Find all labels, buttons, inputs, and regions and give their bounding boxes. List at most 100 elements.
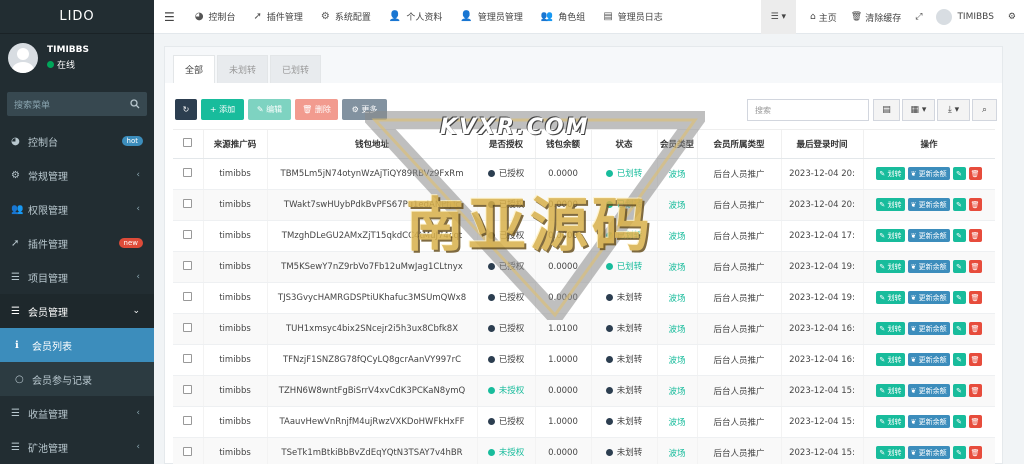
update-balance-button[interactable]: ❦ 更新余额 xyxy=(907,260,950,273)
nav-admin-management[interactable]: 👤 管理员管理 xyxy=(460,10,522,23)
delete-row-button[interactable]: 🗑 xyxy=(968,260,982,273)
hamburger-menu-icon[interactable]: ☰ xyxy=(164,10,175,24)
sidebar-item-permissions[interactable]: 👥 权限管理 ‹ xyxy=(0,192,154,226)
tab-transferred[interactable]: 已划转 xyxy=(270,55,322,83)
table-row[interactable]: timibbs TM5KSewY7nZ9rbVo7Fb12uMwJag1CLtny… xyxy=(173,251,995,283)
column-header[interactable]: 状态 xyxy=(591,130,658,159)
row-checkbox[interactable] xyxy=(173,406,204,438)
nav-dashboard[interactable]: ◕ 控制台 xyxy=(195,10,236,23)
sidebar-item-projects[interactable]: ☰ 项目管理 ‹ xyxy=(0,260,154,294)
transfer-button[interactable]: ✎ 划转 xyxy=(876,384,905,397)
delete-row-button[interactable]: 🗑 xyxy=(968,198,982,211)
update-balance-button[interactable]: ❦ 更新余额 xyxy=(907,198,950,211)
fullscreen-icon[interactable]: ⤢ xyxy=(915,12,922,22)
row-checkbox[interactable] xyxy=(173,189,204,221)
tab-all[interactable]: 全部 xyxy=(173,55,216,83)
menu-search-input[interactable]: 搜索菜单 xyxy=(7,92,147,116)
delete-row-button[interactable]: 🗑 xyxy=(968,415,982,428)
advanced-search-button[interactable]: ⌕ xyxy=(972,99,997,121)
row-checkbox[interactable] xyxy=(173,220,204,252)
edit-row-button[interactable]: ✎ xyxy=(952,198,966,211)
transfer-button[interactable]: ✎ 划转 xyxy=(876,198,905,211)
clear-cache-button[interactable]: 🗑 清除缓存 xyxy=(851,11,901,24)
column-header[interactable]: 钱包地址 xyxy=(267,130,478,159)
nav-system-config[interactable]: ⚙ 系统配置 xyxy=(321,10,371,23)
edit-row-button[interactable]: ✎ xyxy=(952,415,966,428)
add-button[interactable]: + 添加 xyxy=(201,99,244,120)
delete-row-button[interactable]: 🗑 xyxy=(968,291,982,304)
edit-button[interactable]: ✎ 编辑 xyxy=(248,99,291,120)
transfer-button[interactable]: ✎ 划转 xyxy=(876,229,905,242)
update-balance-button[interactable]: ❦ 更新余额 xyxy=(907,446,950,459)
edit-row-button[interactable]: ✎ xyxy=(952,291,966,304)
settings-icon[interactable]: ⚙ xyxy=(1008,12,1016,22)
column-header[interactable]: 最后登录时间 xyxy=(781,130,864,159)
table-row[interactable]: timibbs TFNzjF1SNZ8G78fQCyLQ8gcrAanVY997r… xyxy=(173,344,995,376)
delete-row-button[interactable]: 🗑 xyxy=(968,322,982,335)
delete-row-button[interactable]: 🗑 xyxy=(968,384,982,397)
sidebar-item-member-list[interactable]: ℹ 会员列表 xyxy=(0,328,154,362)
update-balance-button[interactable]: ❦ 更新余额 xyxy=(907,167,950,180)
select-all-checkbox[interactable] xyxy=(173,130,204,159)
row-checkbox[interactable] xyxy=(173,313,204,345)
row-checkbox[interactable] xyxy=(173,158,204,190)
transfer-button[interactable]: ✎ 划转 xyxy=(876,353,905,366)
sidebar-item-mining-pool[interactable]: ☰ 矿池管理 ‹ xyxy=(0,430,154,464)
delete-row-button[interactable]: 🗑 xyxy=(968,167,982,180)
table-search-input[interactable]: 搜索 xyxy=(747,99,869,121)
menu-toggle-dropdown[interactable]: ☰ ▾ xyxy=(760,0,797,34)
table-row[interactable]: timibbs TMzghDLeGU2AMxZjT15qkdCC4tMuJ74cq… xyxy=(173,220,995,252)
transfer-button[interactable]: ✎ 划转 xyxy=(876,446,905,459)
sidebar-item-member-records[interactable]: ○ 会员参与记录 xyxy=(0,362,154,396)
export-dropdown[interactable]: ⤓ ▾ xyxy=(937,99,970,121)
nav-plugins[interactable]: ➚ 插件管理 xyxy=(254,10,303,23)
nav-role-group[interactable]: 👥 角色组 xyxy=(541,10,585,23)
transfer-button[interactable]: ✎ 划转 xyxy=(876,260,905,273)
refresh-button[interactable]: ↻ xyxy=(175,99,197,120)
transfer-button[interactable]: ✎ 划转 xyxy=(876,415,905,428)
column-header[interactable]: 钱包余额 xyxy=(535,130,592,159)
table-row[interactable]: timibbs TWakt7swHUybPdkBvPFS67Pu1edANPfjT… xyxy=(173,189,995,221)
nav-profile[interactable]: 👤 个人资料 xyxy=(389,10,442,23)
app-logo[interactable]: LIDO xyxy=(0,0,154,34)
columns-dropdown[interactable]: ▦ ▾ xyxy=(902,99,935,121)
delete-button[interactable]: 🗑 删除 xyxy=(295,99,338,120)
sidebar-item-general[interactable]: ⚙ 常规管理 ‹ xyxy=(0,158,154,192)
edit-row-button[interactable]: ✎ xyxy=(952,353,966,366)
nav-home[interactable]: ⌂ 主页 xyxy=(810,11,837,24)
sidebar-item-plugins[interactable]: ➚ 插件管理 new xyxy=(0,226,154,260)
sidebar-item-earnings[interactable]: ☰ 收益管理 ‹ xyxy=(0,396,154,430)
row-checkbox[interactable] xyxy=(173,437,204,464)
sidebar-item-members[interactable]: ☰ 会员管理 ⌄ xyxy=(0,294,154,328)
search-icon[interactable] xyxy=(130,99,140,109)
edit-row-button[interactable]: ✎ xyxy=(952,384,966,397)
more-button[interactable]: ⚙ 更多 xyxy=(342,99,387,120)
update-balance-button[interactable]: ❦ 更新余额 xyxy=(907,353,950,366)
toggle-view-button[interactable]: ▤ xyxy=(873,99,900,121)
table-row[interactable]: timibbs TBM5Lm5jN74otynWzAjTiQY89RBVz9FxR… xyxy=(173,158,995,190)
nav-admin-log[interactable]: ▤ 管理员日志 xyxy=(603,10,662,23)
delete-row-button[interactable]: 🗑 xyxy=(968,446,982,459)
row-checkbox[interactable] xyxy=(173,375,204,407)
update-balance-button[interactable]: ❦ 更新余额 xyxy=(907,229,950,242)
column-header[interactable]: 是否授权 xyxy=(477,130,536,159)
edit-row-button[interactable]: ✎ xyxy=(952,167,966,180)
tab-not-transferred[interactable]: 未划转 xyxy=(217,55,269,83)
row-checkbox[interactable] xyxy=(173,251,204,283)
edit-row-button[interactable]: ✎ xyxy=(952,322,966,335)
table-row[interactable]: timibbs TJS3GvycHAMRGDSPtiUKhafuc3MSUmQWx… xyxy=(173,282,995,314)
update-balance-button[interactable]: ❦ 更新余额 xyxy=(907,415,950,428)
column-header[interactable]: 会员类型 xyxy=(657,130,698,159)
user-menu[interactable]: TIMIBBS xyxy=(936,9,994,25)
table-row[interactable]: timibbs TSeTk1mBtkiBbBvZdEqYQtN3TSAY7v4hB… xyxy=(173,437,995,464)
table-row[interactable]: timibbs TZHN6W8wntFgBiSrrV4xvCdK3PCKaN8ym… xyxy=(173,375,995,407)
table-row[interactable]: timibbs TAauvHewVnRnjfM4ujRwzVXKDoHWFkHxF… xyxy=(173,406,995,438)
update-balance-button[interactable]: ❦ 更新余额 xyxy=(907,384,950,397)
update-balance-button[interactable]: ❦ 更新余额 xyxy=(907,322,950,335)
sidebar-item-dashboard[interactable]: ◕ 控制台 hot xyxy=(0,124,154,158)
column-header[interactable]: 来源推广码 xyxy=(203,130,268,159)
edit-row-button[interactable]: ✎ xyxy=(952,229,966,242)
column-header[interactable]: 会员所属类型 xyxy=(697,130,782,159)
row-checkbox[interactable] xyxy=(173,282,204,314)
transfer-button[interactable]: ✎ 划转 xyxy=(876,167,905,180)
